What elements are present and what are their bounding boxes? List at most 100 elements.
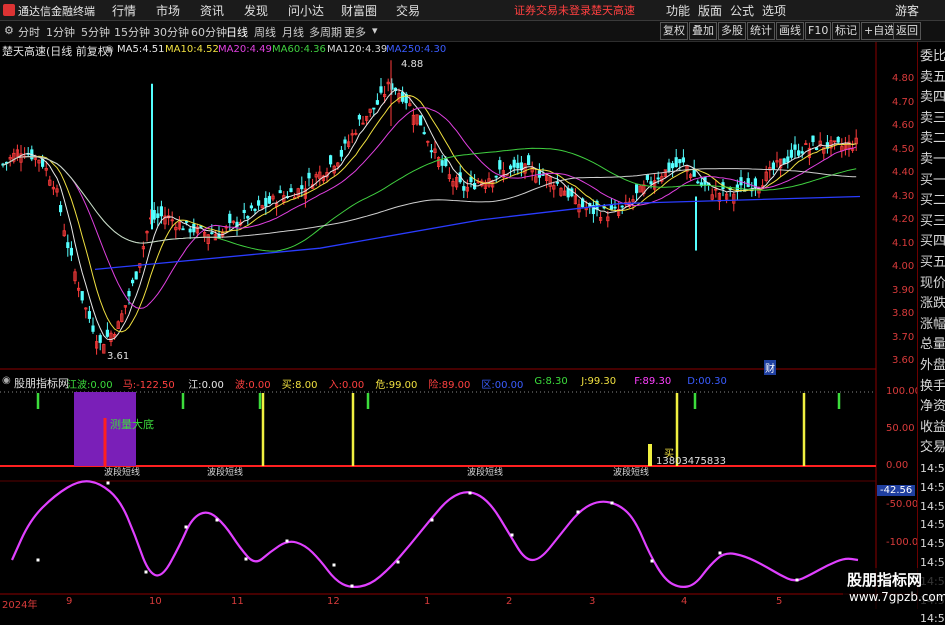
price-tick: 4.10 xyxy=(892,237,915,249)
candle-body xyxy=(246,216,250,219)
side-panel-label[interactable]: 涨跌 xyxy=(920,292,945,311)
candle-body xyxy=(242,209,246,213)
side-panel-time: 14:56 xyxy=(920,612,945,625)
candle-body xyxy=(681,157,686,163)
oscillator-marker xyxy=(396,560,400,564)
side-panel-label[interactable]: 净资 xyxy=(920,395,945,414)
side-panel-label[interactable]: 卖三 xyxy=(920,107,945,126)
indicator-value: 波:0.00 xyxy=(235,380,271,391)
candle-body xyxy=(80,291,84,301)
candle-body xyxy=(278,190,282,194)
oscillator-marker xyxy=(106,481,110,485)
ma120-label: MA120:4.39 xyxy=(327,44,388,55)
side-panel-label[interactable]: 交易 xyxy=(920,436,945,455)
side-panel-label[interactable]: 卖一 xyxy=(920,148,945,167)
candle-body xyxy=(649,181,653,185)
side-panel-time: 14:56 xyxy=(920,518,945,532)
chart-canvas[interactable] xyxy=(0,0,945,609)
indicator-value: G:8.30 xyxy=(534,376,568,387)
candle-body xyxy=(797,150,801,156)
watermark-box: 股朋指标网 www.7gpzb.com xyxy=(843,568,945,609)
indicator-toggle-icon[interactable]: ◉ xyxy=(2,375,11,386)
x-label-5: 5 xyxy=(776,596,783,607)
side-panel-label[interactable]: 换手 xyxy=(920,375,945,394)
price-tick: 4.20 xyxy=(892,214,915,225)
candle-body xyxy=(184,220,189,223)
side-panel-label[interactable]: 现价 xyxy=(920,272,945,291)
candle-body xyxy=(267,196,272,204)
side-panel-label[interactable]: 卖五 xyxy=(920,66,945,85)
side-panel-label[interactable]: 涨幅 xyxy=(920,313,945,332)
side-panel-label[interactable]: 卖四 xyxy=(920,86,945,105)
indicator-value: J:99.30 xyxy=(581,376,617,387)
candle-body xyxy=(210,232,214,235)
osc-current-value: -42.56 xyxy=(877,485,916,496)
x-label-10: 10 xyxy=(149,596,162,607)
x-label-11: 11 xyxy=(231,596,244,607)
ma-line xyxy=(2,94,857,333)
ma250-line xyxy=(94,195,861,270)
candle-body xyxy=(66,242,70,249)
side-panel-label[interactable]: 收益 xyxy=(920,416,945,435)
chart-title: 楚天高速(日线 前复权) xyxy=(2,45,114,58)
wave-short-label-2: 波段短线 xyxy=(207,468,244,478)
candle-body xyxy=(746,178,750,187)
side-panel-label[interactable]: 买一 xyxy=(920,169,945,188)
wave-short-label-1: 波段短线 xyxy=(104,468,141,478)
oscillator-marker xyxy=(795,578,799,582)
ma-toggle-icon[interactable]: ◉ xyxy=(105,44,114,55)
oscillator-marker xyxy=(184,525,188,529)
candle-body xyxy=(678,159,682,164)
side-panel-label[interactable]: 买二 xyxy=(920,189,945,208)
candle-body xyxy=(264,197,268,207)
oscillator-line xyxy=(10,480,859,589)
side-panel-label[interactable]: 总量 xyxy=(920,333,945,352)
candle-body xyxy=(620,205,624,208)
candle-body xyxy=(771,162,776,170)
ma10-label: MA10:4.52 xyxy=(165,44,219,55)
x-label-1: 1 xyxy=(424,596,431,607)
side-panel-label[interactable]: 买四 xyxy=(920,230,945,249)
oscillator-marker xyxy=(285,539,289,543)
indicator-value: 买:8.00 xyxy=(281,380,318,391)
candle-body xyxy=(635,184,639,194)
price-tick: 4.80 xyxy=(892,73,915,84)
candle-body xyxy=(667,162,671,173)
x-label-9: 9 xyxy=(66,596,73,607)
side-panel-label[interactable]: 买五 xyxy=(920,251,945,270)
side-panel-time: 14:56 xyxy=(920,499,945,513)
side-panel-label[interactable]: 委比 xyxy=(920,45,945,64)
ma60-label: MA60:4.36 xyxy=(272,44,326,55)
price-tick: 4.30 xyxy=(892,190,915,202)
candle-body xyxy=(418,115,423,126)
finance-badge[interactable]: 财 xyxy=(764,360,776,375)
wave-short-label-3: 波段短线 xyxy=(467,468,504,478)
candle-body xyxy=(613,206,617,209)
ma-line xyxy=(2,89,857,341)
price-tick: 3.90 xyxy=(892,284,915,296)
candle-body xyxy=(307,172,311,179)
candle-body xyxy=(87,311,91,319)
measure-bottom-label: 测量大底 xyxy=(110,418,154,431)
osc-tick-50: -50.00 xyxy=(886,499,919,510)
wave-short-label-4: 波段短线 xyxy=(613,468,650,478)
candle-body xyxy=(181,228,185,231)
candle-body xyxy=(786,156,790,163)
side-panel-label[interactable]: 卖二 xyxy=(920,127,945,146)
candle-body xyxy=(782,158,786,165)
candle-body xyxy=(328,155,333,165)
ma5-label: MA5:4.51 xyxy=(117,44,165,55)
price-tick: 3.80 xyxy=(892,308,915,319)
side-panel-label[interactable]: 买三 xyxy=(920,210,945,229)
side-panel-time: 14:56 xyxy=(920,462,945,475)
moving-average-lines xyxy=(2,89,861,341)
side-panel-time: 14:56 xyxy=(920,537,945,551)
candle-body xyxy=(253,208,257,211)
side-panel-label[interactable]: 外盘 xyxy=(920,354,945,373)
oscillator-marker xyxy=(350,584,354,588)
x-label-3: 3 xyxy=(589,596,596,607)
ind-tick-0: 0.00 xyxy=(886,460,909,471)
x-label-4: 4 xyxy=(681,596,688,607)
oscillator-marker xyxy=(510,533,514,537)
oscillator-marker xyxy=(718,551,722,555)
